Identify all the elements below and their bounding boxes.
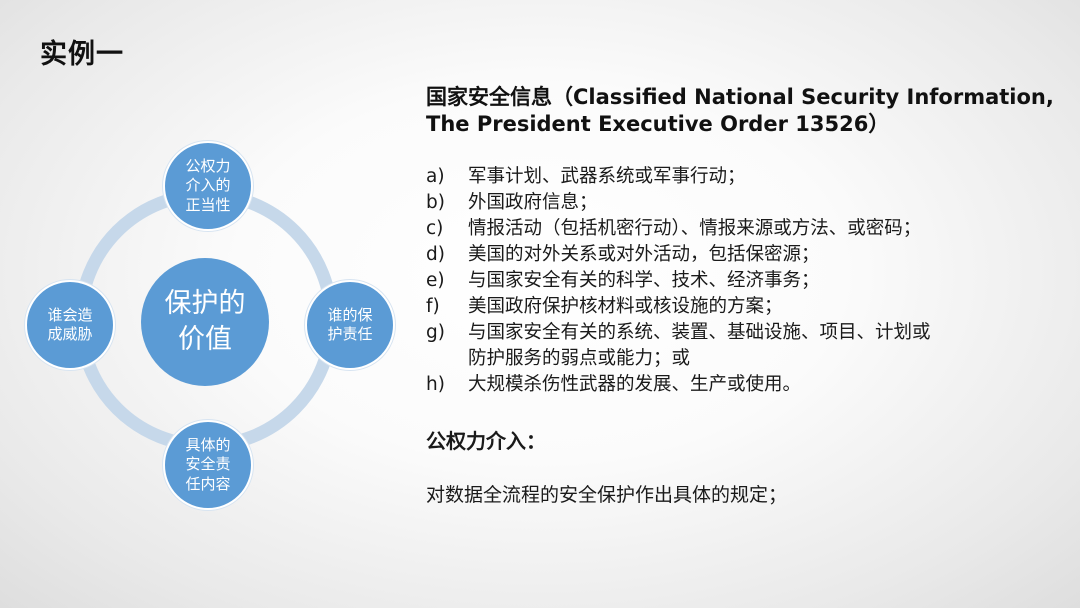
list-item: f) 美国政府保护核材料或核设施的方案； bbox=[426, 294, 1066, 320]
text-panel: 国家安全信息（Classified National Security Info… bbox=[426, 84, 1066, 509]
center-node-label: 保护的 价值 bbox=[164, 287, 246, 355]
list-marker: b) bbox=[426, 192, 445, 213]
list-text: 外国政府信息； bbox=[468, 192, 598, 213]
list-text: 与国家安全有关的科学、技术、经济事务； bbox=[468, 270, 820, 291]
list-text: 情报活动（包括机密行动）、情报来源或方法、或密码； bbox=[468, 218, 922, 239]
list-text: 与国家安全有关的系统、装置、基础设施、项目、计划或 防护服务的弱点或能力；或 bbox=[468, 322, 931, 369]
list-item: h) 大规模杀伤性武器的发展、生产或使用。 bbox=[426, 372, 1066, 398]
left-node-label: 谁会造 成威胁 bbox=[47, 305, 93, 344]
protection-value-diagram: 保护的 价值 公权力 介入的 正当性 谁会造 成威胁 谁的保 护责任 具体的 安… bbox=[0, 0, 420, 608]
panel-heading: 国家安全信息（Classified National Security Info… bbox=[426, 85, 1054, 136]
list-marker: f) bbox=[426, 296, 440, 317]
list-marker: c) bbox=[426, 218, 444, 239]
info-list: a) 军事计划、武器系统或军事行动； b) 外国政府信息； c) 情报活动（包括机密行… bbox=[426, 164, 1066, 398]
list-marker: h) bbox=[426, 374, 445, 395]
top-node-label: 公权力 介入的 正当性 bbox=[185, 156, 231, 214]
bottom-node-label: 具体的 安全责 任内容 bbox=[185, 435, 231, 493]
right-node-label: 谁的保 护责任 bbox=[327, 305, 373, 344]
list-marker: e) bbox=[426, 270, 445, 291]
list-item: g) 与国家安全有关的系统、装置、基础设施、项目、计划或 防护服务的弱点或能力；或 bbox=[426, 320, 1066, 372]
right-node: 谁的保 护责任 bbox=[305, 280, 395, 370]
list-text: 大规模杀伤性武器的发展、生产或使用。 bbox=[468, 374, 802, 395]
list-marker: g) bbox=[426, 322, 445, 343]
list-item: b) 外国政府信息； bbox=[426, 190, 1066, 216]
list-text: 军事计划、武器系统或军事行动； bbox=[468, 166, 746, 187]
list-item: a) 军事计划、武器系统或军事行动； bbox=[426, 164, 1066, 190]
list-marker: d) bbox=[426, 244, 445, 265]
list-item: d) 美国的对外关系或对外活动，包括保密源； bbox=[426, 242, 1066, 268]
top-node: 公权力 介入的 正当性 bbox=[163, 141, 253, 231]
list-item: c) 情报活动（包括机密行动）、情报来源或方法、或密码； bbox=[426, 216, 1066, 242]
bottom-node: 具体的 安全责 任内容 bbox=[163, 420, 253, 510]
list-text: 美国政府保护核材料或核设施的方案； bbox=[468, 296, 783, 317]
center-node: 保护的 价值 bbox=[141, 258, 269, 386]
list-marker: a) bbox=[426, 166, 445, 187]
panel-subheading: 公权力介入： bbox=[426, 429, 546, 453]
left-node: 谁会造 成威胁 bbox=[25, 280, 115, 370]
panel-paragraph: 对数据全流程的安全保护作出具体的规定； bbox=[426, 484, 788, 506]
list-item: e) 与国家安全有关的科学、技术、经济事务； bbox=[426, 268, 1066, 294]
list-text: 美国的对外关系或对外活动，包括保密源； bbox=[468, 244, 820, 265]
